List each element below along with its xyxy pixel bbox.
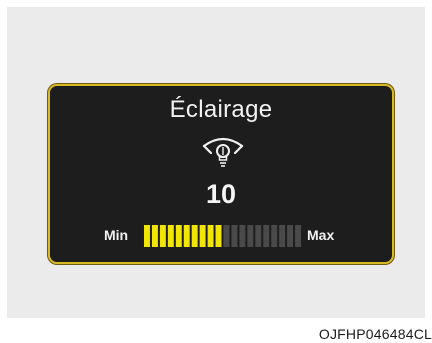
level-segment-inactive (271, 225, 278, 247)
level-segment-active (175, 225, 182, 247)
level-segment-inactive (263, 225, 270, 247)
level-segment-active (159, 225, 166, 247)
dashboard-illumination-icon (202, 137, 244, 167)
level-segment-inactive (295, 225, 301, 247)
level-segment-active (183, 225, 190, 247)
level-segment-inactive (239, 225, 246, 247)
min-label: Min (104, 227, 129, 243)
level-segment-inactive (287, 225, 294, 247)
max-label: Max (307, 227, 335, 243)
panel-title: Éclairage (169, 96, 273, 123)
level-bar (144, 225, 301, 247)
level-segment-inactive (247, 225, 254, 247)
illumination-value: 10 (205, 179, 237, 209)
level-segment-inactive (231, 225, 238, 247)
level-segment-active (191, 225, 198, 247)
level-segment-active (199, 225, 206, 247)
level-segment-active (215, 225, 222, 247)
level-segment-active (144, 225, 150, 247)
illumination-display-panel: Éclairage 10 Min Max (48, 84, 394, 264)
level-segment-inactive (255, 225, 262, 247)
level-segment-inactive (279, 225, 286, 247)
image-reference-code: OJFHP046484CL (318, 326, 432, 342)
illumination-gauge: Min Max (50, 222, 392, 248)
level-segment-active (151, 225, 158, 247)
level-segment-inactive (223, 225, 230, 247)
level-segment-active (167, 225, 174, 247)
level-segment-active (207, 225, 214, 247)
